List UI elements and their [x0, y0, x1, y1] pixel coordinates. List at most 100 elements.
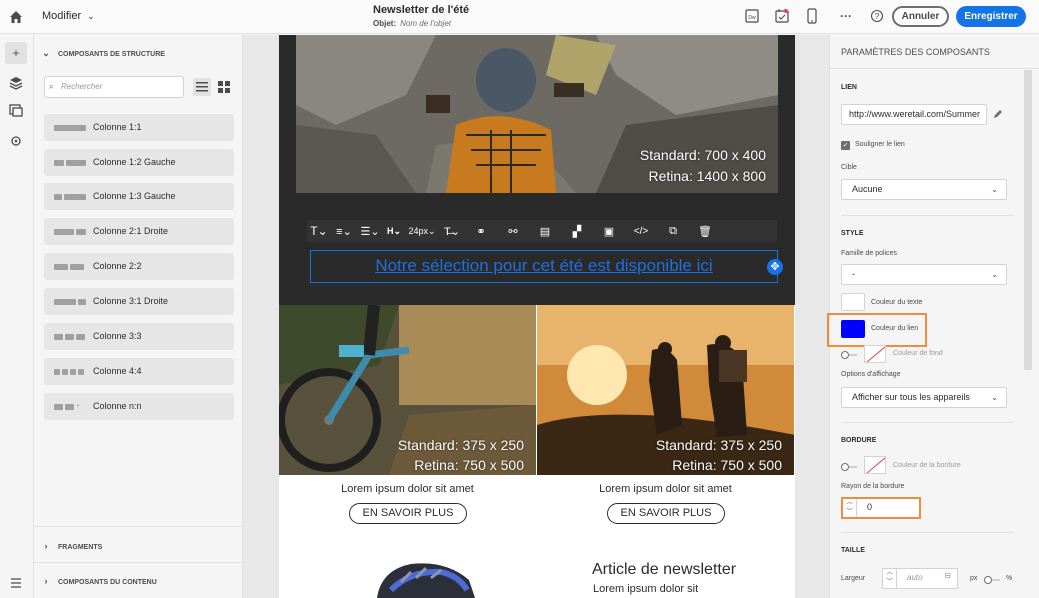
text-format-toolbar: T⌄ ≡⌄ ☰⌄ H⌄ 24px⌄ T̶⌄ ⚭ ⚯ ▤ ▞ ▣ </> ⧉ 🗑 [307, 220, 777, 242]
target-select[interactable]: Aucune ⌄ [841, 179, 1007, 200]
link-text[interactable]: Notre sélection pour cet été est disponi… [311, 256, 777, 276]
display-options-select[interactable]: Afficher sur tous les appareils ⌄ [841, 387, 1007, 408]
column-glyph-icon [54, 194, 86, 200]
link-color-label: Couleur du lien [871, 325, 919, 332]
left-learn-more-button[interactable]: EN SAVOIR PLUS [349, 503, 467, 524]
content-heading: COMPOSANTS DU CONTENU [58, 579, 157, 586]
column-glyph-icon [54, 125, 86, 131]
shoe-image[interactable] [371, 560, 475, 598]
subject-label: Objet: [373, 19, 397, 28]
clear-format-icon[interactable]: T̶⌄ [439, 225, 465, 238]
heading-label: H [386, 225, 394, 236]
hero-block[interactable]: Standard: 700 x 400 Retina: 1400 x 800 T… [279, 35, 795, 305]
unlink-icon[interactable]: ⚯ [497, 225, 529, 238]
cancel-button[interactable]: Annuler [892, 6, 949, 27]
home-icon[interactable] [8, 9, 24, 25]
more-icon[interactable]: ··· [839, 8, 853, 24]
border-color-swatch[interactable] [864, 456, 886, 474]
grid-view-icon[interactable] [215, 78, 233, 96]
structure-section-header[interactable]: ⌄ COMPOSANTS DE STRUCTURE [34, 48, 243, 59]
search-icon: ⌕ [49, 82, 54, 91]
scrollbar[interactable] [1024, 70, 1032, 370]
border-radius-stepper[interactable]: ︿ ﹀ 0 [841, 497, 921, 519]
fragments-heading: FRAGMENTS [58, 544, 103, 551]
duplicate-icon[interactable]: ⧉ [657, 225, 689, 238]
link-url-input[interactable]: http://www.weretail.com/Summer [841, 104, 987, 125]
component-column-3-3[interactable]: Colonne 3:3 [44, 323, 234, 350]
unit-px[interactable]: px [970, 575, 977, 582]
add-icon[interactable]: + [5, 42, 27, 64]
selected-text-block[interactable]: Notre sélection pour cet été est disponi… [310, 250, 778, 283]
layers-icon[interactable] [5, 72, 27, 94]
calendar-icon[interactable] [775, 8, 789, 24]
unit-toggle[interactable] [984, 576, 1000, 584]
underline-checkbox[interactable]: ✓ [841, 141, 850, 150]
help-icon[interactable]: ? [870, 8, 884, 24]
image-icon[interactable]: ▣ [593, 225, 625, 238]
stepper-arrows-icon[interactable]: ︿ ﹀ [883, 569, 897, 588]
link-section-title: LIEN [841, 84, 857, 91]
component-column-2-2[interactable]: Colonne 2:2 [44, 253, 234, 280]
settings-icon[interactable] [5, 130, 27, 152]
left-column-image[interactable]: Standard: 375 x 250 Retina: 750 x 500 [279, 305, 536, 475]
hero-image[interactable]: Standard: 700 x 400 Retina: 1400 x 800 [296, 35, 778, 193]
component-label: Colonne 3:1 Droite [93, 296, 169, 306]
modifier-label: Modifier [42, 10, 82, 22]
component-label: Colonne 1:1 [93, 122, 142, 132]
right-column-image[interactable]: Standard: 375 x 250 Retina: 750 x 500 [537, 305, 794, 475]
pencil-icon[interactable] [992, 108, 1004, 120]
block-icon[interactable]: ▤ [529, 225, 561, 238]
text-color-swatch[interactable] [841, 293, 865, 311]
component-column-1-3-left[interactable]: Colonne 1:3 Gauche [44, 183, 234, 210]
column-glyph-icon [54, 264, 84, 270]
assets-icon[interactable] [5, 99, 27, 121]
list-view-icon[interactable] [193, 78, 211, 96]
panel-divider [841, 422, 1013, 423]
search-placeholder: Rechercher [61, 82, 103, 91]
save-button[interactable]: Enregistrer [956, 6, 1026, 27]
mobile-preview-icon[interactable] [805, 8, 819, 24]
stepper-arrows-icon[interactable]: ︿ ﹀ [843, 499, 857, 517]
font-size-select[interactable]: 24px⌄ [405, 226, 439, 237]
move-handle-icon[interactable]: ✥ [767, 259, 783, 275]
content-section-header[interactable]: › COMPOSANTS DU CONTENU [34, 576, 243, 586]
component-column-4-4[interactable]: Colonne 4:4 [44, 358, 234, 385]
delete-icon[interactable]: 🗑 [689, 225, 721, 238]
component-column-1-1[interactable]: Colonne 1:1 [44, 114, 234, 141]
lock-icon[interactable]: ⊟ [944, 571, 951, 580]
section-divider [34, 526, 243, 527]
component-column-1-2-left[interactable]: Colonne 1:2 Gauche [44, 149, 234, 176]
text-style-icon[interactable]: T⌄ [307, 224, 331, 238]
search-input[interactable]: ⌕ Rechercher [44, 76, 184, 98]
component-column-3-1-right[interactable]: Colonne 3:1 Droite [44, 288, 234, 315]
underline-label: Souligner le lien [855, 141, 905, 148]
link-color-swatch[interactable] [841, 320, 865, 338]
history-icon[interactable] [5, 573, 27, 595]
size-section-title: TAILLE [841, 547, 865, 554]
left-rail: + [0, 35, 34, 598]
code-icon[interactable]: </> [625, 226, 657, 237]
border-toggle[interactable] [841, 463, 857, 471]
svg-text:Dw: Dw [748, 15, 756, 21]
chevron-down-icon: ⌄ [991, 270, 998, 279]
link-icon[interactable]: ⚭ [465, 225, 497, 238]
right-size-retina: Retina: 750 x 500 [672, 457, 782, 473]
fragments-section-header[interactable]: › FRAGMENTS [34, 541, 243, 551]
align-icon[interactable]: ≡⌄ [331, 225, 357, 238]
background-toggle[interactable] [841, 351, 857, 359]
font-family-select[interactable]: - ⌄ [841, 264, 1007, 285]
heading-select[interactable]: H⌄ [383, 226, 405, 237]
background-color-swatch[interactable] [864, 345, 886, 363]
right-learn-more-button[interactable]: EN SAVOIR PLUS [607, 503, 725, 524]
chevron-right-icon: › [44, 541, 48, 551]
modifier-menu[interactable]: Modifier ⌄ [42, 10, 95, 22]
desktop-preview-icon[interactable]: Dw [745, 8, 759, 24]
unit-percent[interactable]: % [1006, 575, 1012, 582]
border-radius-label: Rayon de la bordure [841, 483, 905, 490]
subject-line[interactable]: Objet: Nom de l'objet [373, 19, 469, 28]
component-column-2-1-right[interactable]: Colonne 2:1 Droite [44, 218, 234, 245]
list-icon[interactable]: ☰⌄ [357, 225, 383, 238]
width-stepper[interactable]: ︿ ﹀ auto ⊟ [882, 568, 958, 589]
structure-icon[interactable]: ▞ [561, 225, 593, 238]
component-column-n-n[interactable]: + Colonne n:n [44, 393, 234, 420]
